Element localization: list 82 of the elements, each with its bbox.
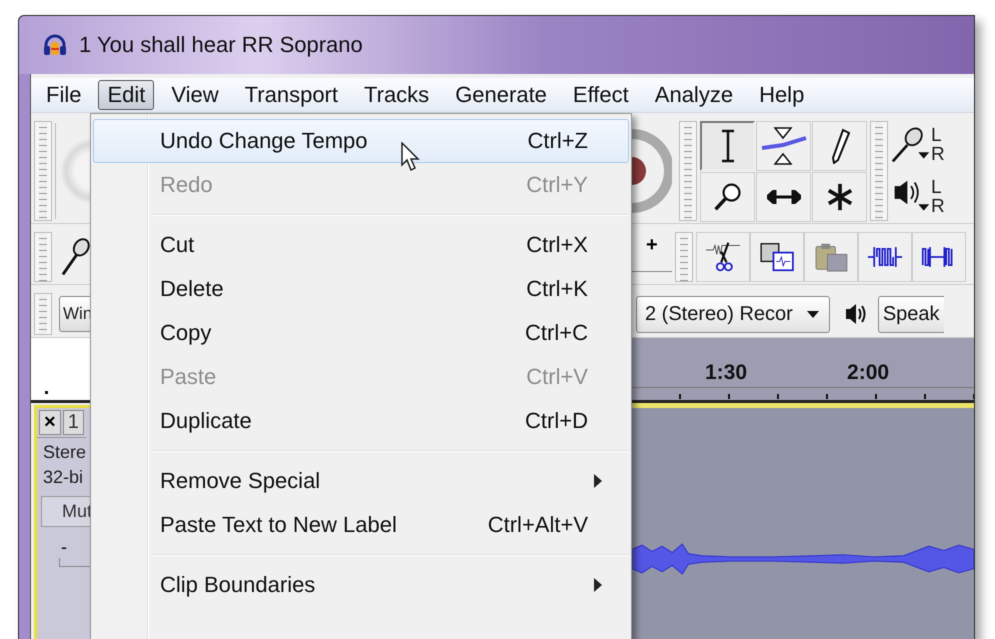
trim-audio-button[interactable] (858, 232, 912, 282)
left-channel-label: L (931, 178, 943, 197)
menu-item[interactable]: Undo Change Tempo Ctrl+Z (93, 119, 629, 163)
toolbar-grip[interactable] (34, 121, 52, 221)
double-arrow-icon (766, 190, 800, 204)
tool-button[interactable] (756, 172, 811, 222)
menu-item[interactable]: Clip Boundaries (93, 563, 629, 607)
menu-item-label: Redo (160, 172, 214, 198)
pencil-icon (830, 128, 850, 164)
menu[interactable]: Effect (564, 80, 638, 110)
menu[interactable]: Analyze (646, 80, 742, 110)
copy-icon (759, 242, 795, 272)
tool-button[interactable] (812, 120, 867, 170)
right-channel-label: R (931, 145, 945, 164)
track-info-text: 32-bi (42, 466, 84, 488)
menu-item[interactable]: Delete Ctrl+K (93, 267, 629, 311)
paste-button[interactable] (804, 232, 858, 282)
tool-button[interactable] (700, 172, 755, 222)
menu-item[interactable]: Copy Ctrl+C (93, 311, 629, 355)
menu[interactable]: Tracks (355, 80, 438, 110)
menu-item-label: Cut (160, 232, 196, 258)
toolbar-grip[interactable] (870, 121, 888, 221)
shortcut-label: Ctrl+D (525, 408, 588, 434)
time-label: 2:00 (847, 361, 890, 385)
toolbar-grip[interactable] (675, 232, 693, 282)
menu-item-label: Remove Special (160, 468, 322, 494)
menu-item-label: Delete (160, 276, 225, 302)
shortcut-label: Ctrl+V (526, 364, 588, 390)
speaker-icon (844, 303, 868, 325)
recording-device-dropdown[interactable]: 2 (Stereo) Recor (636, 296, 830, 332)
toolbar-grip[interactable] (679, 121, 697, 221)
scissors-icon (705, 241, 741, 273)
menu-item[interactable]: Cut Ctrl+X (93, 223, 629, 267)
trim-button[interactable] (696, 232, 750, 282)
microphone-icon (61, 237, 90, 277)
asterisk-icon (826, 182, 854, 210)
right-channel-label: R (931, 197, 945, 216)
menu-item-label: Paste Text to New Label (160, 512, 398, 538)
shortcut-label: Ctrl+C (525, 320, 588, 346)
menu-item-label: Paste (160, 364, 218, 390)
microphone-icon (891, 126, 931, 164)
headphones-icon (43, 34, 67, 56)
gain-minus-label: - (61, 537, 67, 558)
clipboard-icon (813, 242, 849, 272)
shortcut-label: Ctrl+K (526, 276, 588, 302)
caret-icon (806, 310, 819, 318)
time-label: 1:30 (705, 361, 748, 385)
shortcut-label: Ctrl+Y (526, 172, 588, 198)
shortcut-label: Ctrl+Z (528, 128, 588, 154)
menu-item-label: Duplicate (160, 408, 253, 434)
output-device-dropdown[interactable]: Speak (878, 296, 944, 332)
menu-item-label: Undo Change Tempo (160, 128, 369, 154)
tool-button[interactable] (700, 120, 755, 170)
track-info-text: Stere (42, 441, 86, 463)
menu[interactable]: Edit (98, 80, 154, 110)
submenu-arrow-icon (594, 474, 602, 488)
copy-button[interactable] (750, 232, 804, 282)
timeline-ruler (31, 338, 90, 403)
slider-plus-label: + (646, 234, 658, 257)
track-name-menu[interactable]: 1 (62, 410, 84, 435)
menu-item[interactable]: Duplicate Ctrl+D (93, 399, 629, 443)
menu[interactable]: View (162, 80, 228, 110)
shortcut-label: Ctrl+Alt+V (488, 512, 588, 538)
pointer-icon (401, 142, 421, 172)
window-title: 1 You shall hear RR Soprano (79, 32, 363, 58)
submenu-arrow-icon (594, 578, 602, 592)
close-track-button[interactable]: × (39, 410, 61, 435)
menu-item-label: Clip Boundaries (160, 572, 316, 598)
menu[interactable]: Help (750, 80, 814, 110)
menu[interactable]: File (37, 80, 90, 110)
shortcut-label: Ctrl+X (526, 232, 588, 258)
toolbar-grip[interactable] (34, 293, 52, 335)
silence-audio-button[interactable] (912, 232, 966, 282)
menu-item-label: Copy (160, 320, 212, 346)
menu[interactable]: Transport (236, 80, 347, 110)
menu[interactable]: Generate (446, 80, 556, 110)
tool-button[interactable] (756, 120, 811, 170)
tool-button[interactable] (812, 172, 867, 222)
left-channel-label: L (931, 126, 943, 145)
toolbar-grip[interactable] (34, 232, 52, 282)
envelope-tool-icon (760, 126, 808, 166)
magnifier-icon (712, 182, 742, 212)
